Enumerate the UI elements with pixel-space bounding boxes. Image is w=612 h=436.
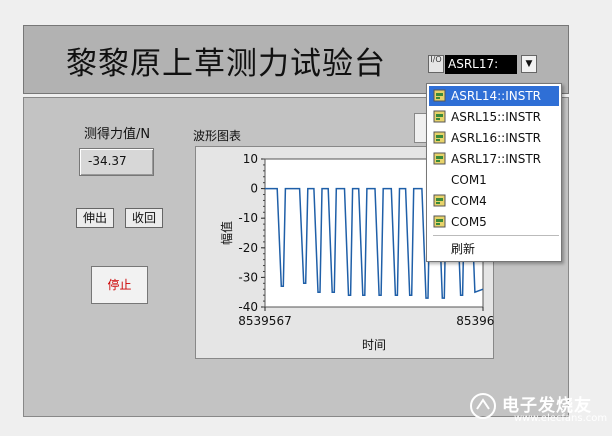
stop-button[interactable]: 停止 bbox=[91, 266, 148, 304]
menu-item-label: 刷新 bbox=[451, 242, 476, 256]
x-axis-label: 时间 bbox=[362, 338, 386, 352]
menu-item-com5[interactable]: COM5 bbox=[429, 212, 559, 232]
force-label: 测得力值/N bbox=[84, 127, 151, 142]
visa-resource-selector[interactable]: I/O ASRL17: ▼ bbox=[428, 54, 540, 76]
extend-button[interactable]: 伸出 bbox=[76, 208, 114, 228]
io-icon: I/O bbox=[428, 55, 444, 73]
force-value: -34.37 bbox=[88, 154, 127, 168]
y-tick-label: 0 bbox=[250, 182, 258, 196]
menu-item-asrl15-instr[interactable]: ASRL15::INSTR bbox=[429, 107, 559, 127]
menu-item-refresh[interactable]: 刷新 bbox=[429, 239, 559, 259]
x-tick-label: 8539567 bbox=[238, 314, 291, 328]
retract-button[interactable]: 收回 bbox=[125, 208, 163, 228]
y-tick-label: -30 bbox=[238, 270, 258, 284]
menu-item-asrl16-instr[interactable]: ASRL16::INSTR bbox=[429, 128, 559, 148]
force-indicator: -34.37 bbox=[79, 148, 154, 176]
watermark-url: www.elecfans.com bbox=[514, 413, 608, 424]
y-tick-label: -10 bbox=[238, 211, 258, 225]
visa-resource-icon bbox=[433, 215, 446, 228]
menu-item-label: COM1 bbox=[451, 173, 487, 187]
menu-item-label: COM4 bbox=[451, 194, 487, 208]
visa-resource-icon bbox=[433, 110, 446, 123]
visa-resource-icon bbox=[433, 152, 446, 165]
watermark: 电子发烧友 www.elecfans.com bbox=[466, 388, 608, 428]
menu-item-com4[interactable]: COM4 bbox=[429, 191, 559, 211]
visa-resource-field[interactable]: ASRL17: bbox=[445, 55, 517, 74]
menu-item-asrl17-instr[interactable]: ASRL17::INSTR bbox=[429, 149, 559, 169]
menu-item-com1[interactable]: COM1 bbox=[429, 170, 559, 190]
chart-label: 波形图表 bbox=[193, 129, 242, 143]
visa-dropdown-menu: ASRL14::INSTRASRL15::INSTRASRL16::INSTRA… bbox=[426, 83, 562, 262]
menu-item-label: ASRL17::INSTR bbox=[451, 152, 542, 166]
x-tick-label: 8539674 bbox=[456, 314, 494, 328]
menu-item-label: ASRL14::INSTR bbox=[451, 89, 542, 103]
menu-separator bbox=[433, 235, 559, 236]
y-tick-label: -20 bbox=[238, 241, 258, 255]
menu-item-label: ASRL15::INSTR bbox=[451, 110, 542, 124]
visa-resource-icon bbox=[433, 194, 446, 207]
dropdown-arrow-icon[interactable]: ▼ bbox=[521, 55, 537, 73]
y-axis-label: 幅值 bbox=[219, 221, 234, 245]
app-title: 黎黎原上草测力试验台 bbox=[66, 46, 386, 82]
y-tick-label: 10 bbox=[243, 152, 258, 166]
watermark-logo-icon bbox=[470, 393, 496, 419]
menu-item-asrl14-instr[interactable]: ASRL14::INSTR bbox=[429, 86, 559, 106]
menu-item-label: COM5 bbox=[451, 215, 487, 229]
menu-item-label: ASRL16::INSTR bbox=[451, 131, 542, 145]
y-tick-label: -40 bbox=[238, 300, 258, 314]
visa-resource-icon bbox=[433, 89, 446, 102]
visa-resource-icon bbox=[433, 131, 446, 144]
